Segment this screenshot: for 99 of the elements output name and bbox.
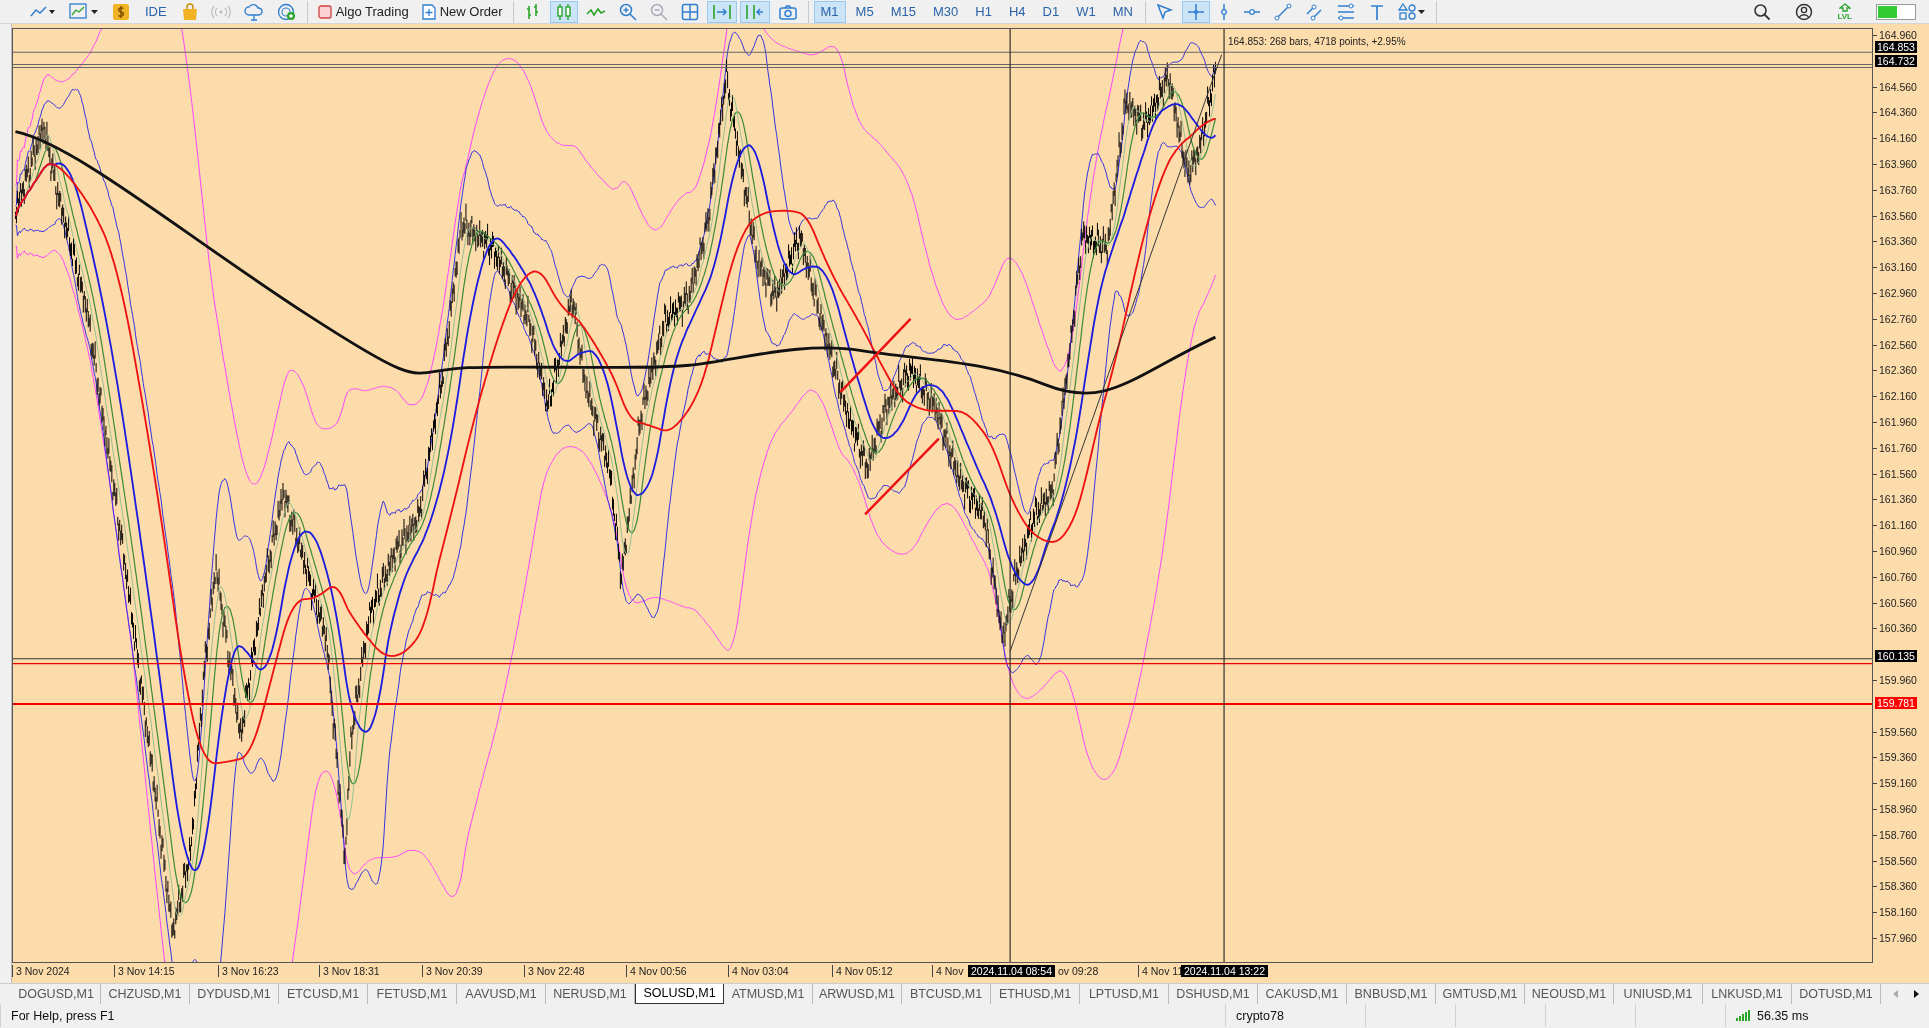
price-axis-label: 160.960	[1873, 545, 1917, 557]
cloud-icon	[243, 2, 264, 21]
price-axis-label: 163.360	[1873, 235, 1917, 248]
time-axis-label: 3 Nov 18:31	[319, 965, 380, 977]
crosshair-icon	[1186, 2, 1205, 21]
time-axis-label: 3 Nov 22:48	[524, 965, 585, 977]
timeframe-button[interactable]: M5	[848, 0, 881, 23]
price-axis-label: 158.960	[1873, 803, 1917, 815]
cursor-icon	[1155, 2, 1174, 21]
candlestick-button[interactable]	[549, 0, 578, 23]
zoom-in-icon	[618, 2, 637, 21]
chart-shift-button[interactable]	[739, 0, 770, 23]
price-axis-label: 161.160	[1873, 519, 1917, 532]
time-axis-label: 3 Nov 16:23	[218, 965, 279, 977]
price-axis-label: 161.360	[1873, 493, 1917, 506]
timeframe-button[interactable]: W1	[1069, 0, 1103, 23]
dollar-icon	[112, 2, 130, 21]
price-axis-label: 158.160	[1873, 906, 1917, 919]
time-axis-label: 4 Nov 03:04	[728, 965, 789, 977]
zoom-out-icon	[649, 2, 668, 21]
price-axis-label: 164.960	[1873, 29, 1917, 41]
profile-name: crypto78	[1236, 1008, 1284, 1023]
user-circle-icon	[1795, 2, 1814, 21]
timeframe-button[interactable]: H1	[968, 0, 999, 23]
price-axis-label: 158.760	[1873, 828, 1917, 841]
price-axis-label: 160.760	[1873, 570, 1917, 583]
time-axis-label: 4 Nov 00:56	[626, 965, 687, 977]
grid-icon	[680, 2, 699, 21]
scroll-right-icon	[711, 2, 732, 21]
price-tag: 164.732	[1875, 55, 1917, 67]
broadcast-icon	[210, 3, 231, 20]
price-axis-label: 163.160	[1873, 261, 1917, 274]
square-icon	[317, 4, 332, 19]
level-meter-icon	[1876, 3, 1916, 20]
channel-icon	[1304, 2, 1323, 21]
camera-icon	[777, 2, 798, 21]
text-tool-icon	[1368, 2, 1385, 21]
ruler-label: 164.853: 268 bars, 4718 points, +2.95%	[1228, 36, 1406, 48]
trend-line-icon	[1273, 2, 1292, 21]
price-axis-label: 158.560	[1873, 854, 1917, 867]
scroll-left-icon[interactable]	[1893, 990, 1899, 998]
shapes-icon	[1397, 2, 1426, 21]
crosshair-time-label: 2024.11.04 08:54	[968, 965, 1055, 977]
price-axis-label: 160.560	[1873, 596, 1917, 609]
price-axis-label: 161.560	[1873, 467, 1917, 480]
price-axis-label: 157.960	[1873, 932, 1917, 944]
new-order-button[interactable]: New Order	[416, 0, 508, 23]
ping-text: 56.35 ms	[1757, 1008, 1809, 1023]
scroll-right-button[interactable]	[706, 0, 737, 23]
price-axis-label: 161.760	[1873, 441, 1917, 454]
price-axis-label: 162.960	[1873, 287, 1917, 299]
time-axis-label: 3 Nov 2024	[12, 965, 70, 977]
price-axis-label: 163.560	[1873, 209, 1917, 222]
price-axis-label: 162.760	[1873, 312, 1917, 325]
timeframe-button[interactable]: M15	[883, 0, 923, 23]
timeframe-button[interactable]: M30	[925, 0, 966, 23]
candlestick-icon	[554, 2, 573, 21]
timeframe-button[interactable]: D1	[1035, 0, 1067, 23]
time-axis-label: 3 Nov 20:39	[422, 965, 483, 977]
algo-trading-button[interactable]: Algo Trading	[312, 0, 414, 23]
search-icon	[1753, 2, 1772, 21]
time-axis-label: 4 Nov	[932, 965, 964, 977]
timeframe-button[interactable]: H4	[1001, 0, 1033, 23]
price-axis-label: 159.360	[1873, 751, 1917, 764]
price-axis-label: 158.360	[1873, 880, 1917, 893]
scroll-right-icon[interactable]	[1913, 990, 1919, 998]
ide-button[interactable]: IDE	[138, 0, 174, 23]
timeframe-button[interactable]: MN	[1105, 0, 1140, 23]
shopping-bag-icon	[181, 2, 198, 21]
price-axis-label: 163.960	[1873, 158, 1917, 170]
document-plus-icon	[421, 3, 436, 20]
symbol-tab[interactable]: SOLUSD,M1	[635, 984, 724, 1004]
price-tag: 164.853	[1875, 41, 1917, 53]
price-axis-label: 160.360	[1873, 622, 1917, 635]
fibonacci-lines-icon	[1335, 2, 1356, 21]
timeframe-button[interactable]: M1	[813, 0, 846, 23]
arrow-up-icon	[1838, 2, 1851, 12]
price-axis-label: 162.160	[1873, 390, 1917, 403]
time-axis-label: 4 Nov 05:12	[832, 965, 893, 977]
price-tag: 160.135	[1875, 650, 1917, 662]
price-axis-label: 159.960	[1873, 674, 1917, 686]
chart-shift-icon	[744, 2, 765, 21]
price-axis-label: 161.960	[1873, 416, 1917, 428]
crosshair-button[interactable]	[1181, 0, 1210, 23]
indicators-icon	[69, 2, 99, 21]
price-axis-label: 159.560	[1873, 725, 1917, 738]
price-axis-label: 164.160	[1873, 132, 1917, 145]
globe-plus-icon	[276, 2, 297, 21]
price-axis-label: 164.360	[1873, 106, 1917, 119]
time-axis-label: 3 Nov 14:15	[114, 965, 175, 977]
price-axis-label: 159.160	[1873, 777, 1917, 790]
crosshair-time-label: 2024.11.04 13:22	[1181, 965, 1268, 977]
price-axis-label: 163.760	[1873, 183, 1917, 196]
signal-bars-icon	[1736, 1010, 1752, 1021]
status-help-text: For Help, press F1	[11, 1008, 115, 1023]
price-axis-label: 162.360	[1873, 364, 1917, 377]
price-axis-label: 162.560	[1873, 338, 1917, 351]
price-axis-label: 164.560	[1873, 80, 1917, 93]
price-tag: 159.781	[1875, 697, 1917, 709]
